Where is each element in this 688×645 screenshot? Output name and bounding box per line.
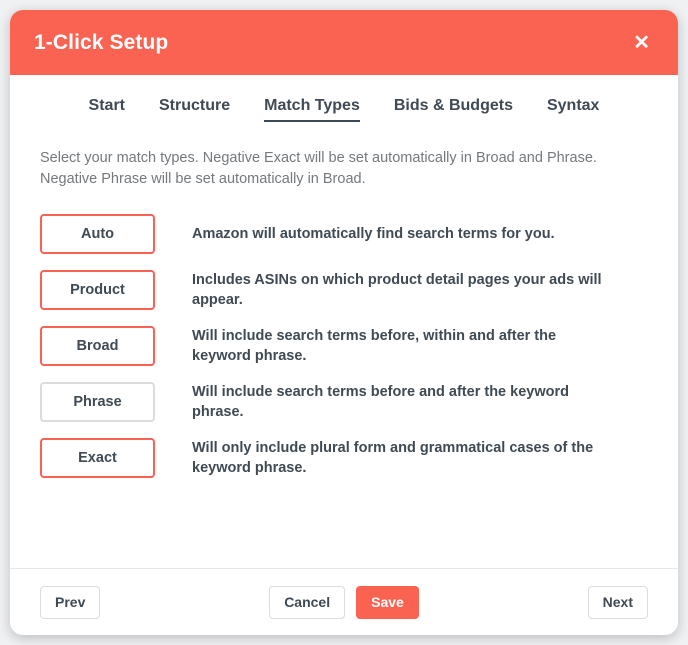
tab-bids-and-budgets[interactable]: Bids & Budgets bbox=[394, 97, 513, 122]
tab-start[interactable]: Start bbox=[89, 97, 125, 122]
footer-center-actions: Cancel Save bbox=[10, 585, 678, 619]
match-type-button-auto[interactable]: Auto bbox=[40, 214, 155, 255]
tab-bar: Start Structure Match Types Bids & Budge… bbox=[40, 75, 648, 126]
match-type-row-broad: Broad Will include search terms before, … bbox=[40, 318, 648, 374]
match-type-row-auto: Auto Amazon will automatically find sear… bbox=[40, 206, 648, 262]
next-button[interactable]: Next bbox=[587, 585, 648, 619]
tab-syntax[interactable]: Syntax bbox=[547, 97, 599, 122]
close-icon[interactable]: ✕ bbox=[627, 29, 656, 57]
match-type-row-phrase: Phrase Will include search terms before … bbox=[40, 374, 648, 430]
match-type-button-phrase[interactable]: Phrase bbox=[40, 382, 155, 423]
match-type-button-exact[interactable]: Exact bbox=[40, 438, 155, 479]
tab-structure[interactable]: Structure bbox=[159, 97, 230, 122]
prev-button[interactable]: Prev bbox=[40, 585, 101, 619]
match-type-description-auto: Amazon will automatically find search te… bbox=[192, 225, 555, 242]
modal-footer: Prev Cancel Save Next bbox=[10, 568, 678, 635]
match-type-button-product[interactable]: Product bbox=[40, 270, 155, 311]
cancel-button[interactable]: Cancel bbox=[269, 585, 346, 619]
modal-header: 1-Click Setup ✕ bbox=[10, 10, 678, 75]
match-type-description-broad: Will include search terms before, within… bbox=[192, 327, 557, 365]
match-type-description-product: Includes ASINs on which product detail p… bbox=[192, 271, 602, 309]
modal-body: Start Structure Match Types Bids & Budge… bbox=[10, 75, 678, 568]
match-type-description-exact: Will only include plural form and gramma… bbox=[192, 439, 594, 477]
match-type-row-exact: Exact Will only include plural form and … bbox=[40, 430, 648, 486]
intro-text: Select your match types. Negative Exact … bbox=[40, 150, 597, 188]
match-type-description-phrase: Will include search terms before and aft… bbox=[192, 383, 569, 421]
match-type-row-product: Product Includes ASINs on which product … bbox=[40, 262, 648, 318]
one-click-setup-modal: 1-Click Setup ✕ Start Structure Match Ty… bbox=[10, 10, 678, 635]
modal-title: 1-Click Setup bbox=[34, 31, 169, 54]
save-button[interactable]: Save bbox=[356, 585, 419, 619]
tab-match-types[interactable]: Match Types bbox=[264, 97, 360, 122]
match-type-list: Auto Amazon will automatically find sear… bbox=[40, 206, 648, 486]
match-type-button-broad[interactable]: Broad bbox=[40, 326, 155, 367]
